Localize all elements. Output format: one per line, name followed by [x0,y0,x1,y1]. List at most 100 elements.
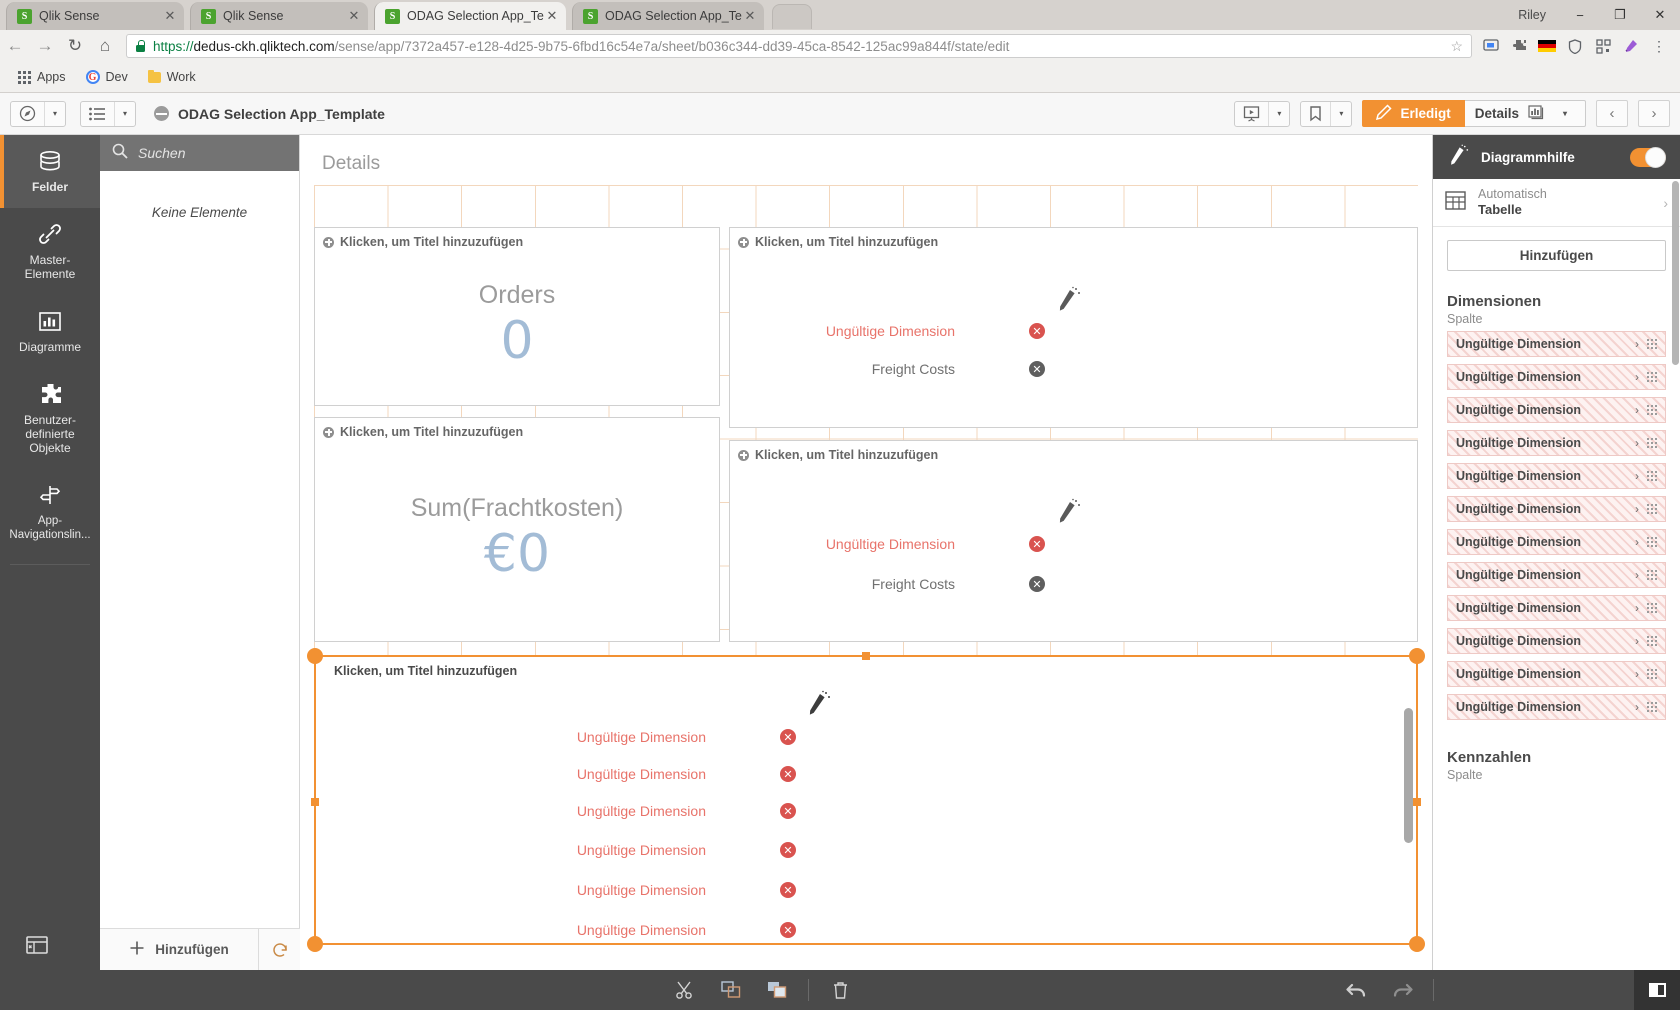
dimension-chip[interactable]: Ungültige Dimension › [1447,364,1666,390]
resize-handle-top-left[interactable] [307,648,323,664]
chevron-right-icon[interactable]: › [1635,568,1639,582]
rail-item-master-elemente[interactable]: Master- Elemente [0,208,100,295]
drag-handle-icon[interactable] [1647,372,1657,382]
sheet-menu-group[interactable]: ▾ [80,100,137,127]
properties-scrollbar[interactable] [1672,181,1679,365]
cut-icon[interactable] [662,970,708,1010]
paste-icon[interactable] [754,970,800,1010]
resize-handle-bottom-right[interactable] [1409,936,1425,952]
copy-icon[interactable] [708,970,754,1010]
details-button[interactable]: Details ▾ [1464,100,1586,127]
dimension-chip[interactable]: Ungültige Dimension › [1447,562,1666,588]
drag-handle-icon[interactable] [1647,702,1657,712]
object-scrollbar[interactable] [1404,708,1413,843]
presentation-icon[interactable] [1235,102,1268,126]
tab-close-icon[interactable]: ✕ [742,8,758,24]
drag-handle-icon[interactable] [1647,537,1657,547]
dimension-chip[interactable]: Ungültige Dimension › [1447,397,1666,423]
chevron-right-icon[interactable]: › [1635,502,1639,516]
sheet-object-kpi-freight[interactable]: Klicken, um Titel hinzuzufügen Sum(Frach… [314,417,720,642]
undo-icon[interactable] [1333,970,1379,1010]
drag-handle-icon[interactable] [1647,339,1657,349]
chevron-right-icon[interactable]: › [1635,436,1639,450]
add-field-button[interactable]: Hinzufügen [100,940,258,959]
cast-icon[interactable] [1478,33,1504,59]
object-title-placeholder[interactable]: Klicken, um Titel hinzuzufügen [316,657,1416,678]
rail-item-benutzerdefinierte-objekte[interactable]: Benutzer- definierte Objekte [0,368,100,469]
object-title-placeholder[interactable]: Klicken, um Titel hinzuzufügen [315,418,719,439]
remove-icon[interactable]: ✕ [1029,576,1045,592]
sheet-object-table-mid-right[interactable]: Klicken, um Titel hinzuzufügen Ungültige… [729,440,1418,642]
sheet-list-icon[interactable] [81,102,114,126]
dimension-chip[interactable]: Ungültige Dimension › [1447,628,1666,654]
drag-handle-icon[interactable] [1647,669,1657,679]
dimension-chip[interactable]: Ungültige Dimension › [1447,463,1666,489]
drag-handle-icon[interactable] [1647,438,1657,448]
chevron-right-icon[interactable]: › [1635,634,1639,648]
qr-code-icon[interactable] [1590,33,1616,59]
object-title-placeholder[interactable]: Klicken, um Titel hinzuzufügen [730,228,1417,249]
chevron-right-icon[interactable]: › [1635,535,1639,549]
resize-handle-right-middle[interactable] [1413,798,1421,806]
chevron-right-icon[interactable]: › [1635,337,1639,351]
resize-handle-left-middle[interactable] [311,798,319,806]
chevron-down-icon[interactable]: ▾ [45,109,65,118]
remove-icon[interactable]: ✕ [780,922,796,938]
window-close-button[interactable]: ✕ [1640,0,1680,30]
chevron-right-icon[interactable]: › [1635,469,1639,483]
rail-data-manager-button[interactable] [0,924,100,970]
redo-icon[interactable] [1379,970,1425,1010]
bookmark-icon[interactable] [1301,102,1330,126]
chart-assist-toggle[interactable] [1630,146,1666,168]
browser-profile-name[interactable]: Riley [1512,8,1560,22]
chevron-down-icon[interactable]: ▾ [1331,109,1351,118]
remove-icon[interactable]: ✕ [780,842,796,858]
dimension-chip[interactable]: Ungültige Dimension › [1447,694,1666,720]
navigation-menu-group[interactable]: ▾ [10,100,67,127]
remove-icon[interactable]: ✕ [780,882,796,898]
drag-handle-icon[interactable] [1647,471,1657,481]
sheet-object-kpi-orders[interactable]: Klicken, um Titel hinzuzufügen Orders 0 [314,227,720,406]
refresh-icon[interactable] [258,928,300,971]
resize-handle-bottom-left[interactable] [307,936,323,952]
bookmark-apps[interactable]: Apps [10,67,74,87]
url-input[interactable]: https://dedus-ckh.qliktech.com/sense/app… [126,34,1472,58]
forward-icon[interactable]: → [30,31,60,61]
flag-germany-icon[interactable] [1534,33,1560,59]
reload-icon[interactable]: ↻ [60,31,90,61]
remove-icon[interactable]: ✕ [1029,536,1045,552]
dimension-chip[interactable]: Ungültige Dimension › [1447,496,1666,522]
browser-tab-4[interactable]: S ODAG Selection App_Tem ✕ [572,2,764,30]
browser-tab-2[interactable]: S Qlik Sense ✕ [190,2,368,30]
remove-icon[interactable]: ✕ [780,803,796,819]
object-title-placeholder[interactable]: Klicken, um Titel hinzuzufügen [315,228,719,249]
browser-tab-3-active[interactable]: S ODAG Selection App_Tem ✕ [374,2,566,30]
fullscreen-icon[interactable] [1634,970,1680,1010]
chrome-menu-icon[interactable]: ⋮ [1646,33,1672,59]
erledigt-button[interactable]: Erledigt [1362,100,1465,127]
chevron-right-icon[interactable]: › [1635,667,1639,681]
search-input[interactable]: Suchen [138,145,185,161]
remove-icon[interactable]: ✕ [1029,361,1045,377]
tab-close-icon[interactable]: ✕ [346,8,362,24]
chevron-right-icon[interactable]: › [1635,601,1639,615]
resize-handle-top-right[interactable] [1409,648,1425,664]
back-icon[interactable]: ← [0,31,30,61]
storytelling-group[interactable]: ▾ [1234,100,1291,127]
sheet-grid[interactable]: Klicken, um Titel hinzuzufügen Orders 0 … [307,185,1425,952]
bookmark-dev[interactable]: G Dev [78,67,136,87]
resize-handle-top-center[interactable] [862,652,870,660]
syringe-extension-icon[interactable] [1618,33,1644,59]
bookmark-star-icon[interactable]: ☆ [1450,38,1463,55]
rail-item-diagramme[interactable]: Diagramme [0,295,100,368]
chevron-down-icon[interactable]: ▾ [1269,109,1289,118]
window-minimize-button[interactable]: − [1560,0,1600,30]
chevron-right-icon[interactable]: › [1635,403,1639,417]
drag-handle-icon[interactable] [1647,636,1657,646]
bookmarks-group[interactable]: ▾ [1300,100,1353,127]
sheet-object-table-top-right[interactable]: Klicken, um Titel hinzuzufügen Ungültige… [729,227,1418,428]
drag-handle-icon[interactable] [1647,570,1657,580]
remove-icon[interactable]: ✕ [780,729,796,745]
chevron-down-icon[interactable]: ▾ [115,109,135,118]
dimension-chip[interactable]: Ungültige Dimension › [1447,529,1666,555]
